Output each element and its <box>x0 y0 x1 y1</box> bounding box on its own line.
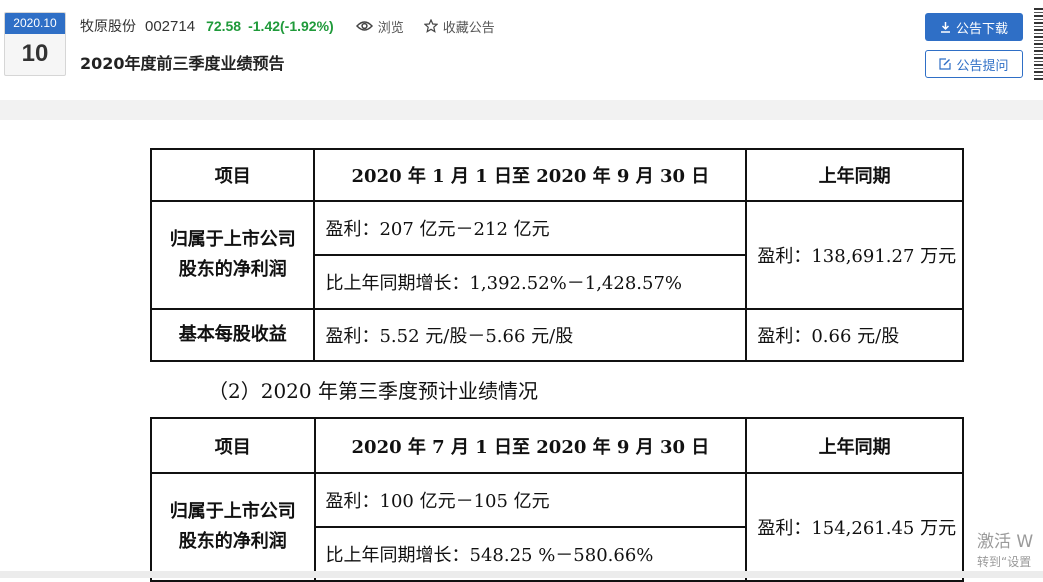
edit-icon <box>939 58 952 70</box>
browse-label: 浏览 <box>377 20 404 36</box>
net-profit-label: 归属于上市公司 股东的净利润 <box>149 200 316 310</box>
col-period: 2020 年 1 月 1 日至 2020 年 9 月 30 日 <box>313 148 748 202</box>
table-row: 归属于上市公司 股东的净利润 盈利：207 亿元－212 亿元 盈利：138,6… <box>149 200 964 310</box>
q3-results-table: 项目 2020 年 7 月 1 日至 2020 年 9 月 30 日 上年同期 … <box>150 417 964 582</box>
eps-forecast: 盈利：5.52 元/股－5.66 元/股 <box>313 308 748 362</box>
date-day: 10 <box>21 40 49 67</box>
activation-watermark: 激活 W <box>977 532 1034 552</box>
download-button[interactable]: 公告下载 <box>925 13 1023 41</box>
table-header-row: 项目 2020 年 1 月 1 日至 2020 年 9 月 30 日 上年同期 <box>149 148 964 202</box>
label-line-1: 归属于上市公司 <box>169 229 296 250</box>
stock-meta: 牧原股份 002714 72.58 -1.42(-1.92%) 浏览 收藏公告 <box>80 16 515 36</box>
download-icon <box>940 22 950 33</box>
net-profit-label: 归属于上市公司 股东的净利润 <box>150 472 316 582</box>
star-icon <box>423 19 438 33</box>
net-profit-prev: 盈利：138,691.27 万元 <box>745 200 964 310</box>
col-item: 项目 <box>149 148 316 202</box>
date-year-month: 2020.10 <box>5 13 65 34</box>
activation-watermark-hint: 转到“设置 <box>977 555 1032 569</box>
favorite-label: 收藏公告 <box>442 20 495 36</box>
net-profit-forecast: 盈利：100 亿元－105 亿元 <box>313 472 748 528</box>
company-name[interactable]: 牧原股份 <box>80 16 136 36</box>
qr-code <box>1034 8 1043 80</box>
label-line-2: 股东的净利润 <box>178 531 287 552</box>
q3-subheading: （2）2020 年第三季度预计业绩情况 <box>208 379 538 403</box>
browse-action[interactable]: 浏览 <box>355 17 404 36</box>
page-title: 2020年度前三季度业绩预告 <box>80 54 285 73</box>
col-period: 2020 年 7 月 1 日至 2020 年 9 月 30 日 <box>313 417 748 474</box>
announcement-header: 2020.10 10 牧原股份 002714 72.58 -1.42(-1.92… <box>0 0 1043 100</box>
favorite-action[interactable]: 收藏公告 <box>423 17 495 36</box>
table-row: 归属于上市公司 股东的净利润 盈利：100 亿元－105 亿元 盈利：154,2… <box>150 472 964 582</box>
col-prev-year: 上年同期 <box>745 417 964 474</box>
ask-label: 公告提问 <box>956 58 1009 74</box>
stock-price: 72.58 <box>206 18 242 34</box>
bottom-scrollbar[interactable] <box>0 571 1043 578</box>
ytd-results-table: 项目 2020 年 1 月 1 日至 2020 年 9 月 30 日 上年同期 … <box>149 148 964 362</box>
label-line-1: 归属于上市公司 <box>169 501 296 522</box>
download-label: 公告下载 <box>955 21 1008 37</box>
net-profit-forecast: 盈利：207 亿元－212 亿元 <box>313 200 748 256</box>
net-profit-growth: 比上年同期增长：1,392.52%－1,428.57% <box>313 254 748 310</box>
stock-code[interactable]: 002714 <box>145 18 195 35</box>
ask-button[interactable]: 公告提问 <box>925 50 1023 78</box>
col-item: 项目 <box>150 417 316 474</box>
table-header-row: 项目 2020 年 7 月 1 日至 2020 年 9 月 30 日 上年同期 <box>150 417 964 474</box>
clip-band <box>0 100 1043 120</box>
eye-icon <box>355 21 373 31</box>
stock-change: -1.42(-1.92%) <box>248 18 334 34</box>
col-prev-year: 上年同期 <box>745 148 964 202</box>
net-profit-prev: 盈利：154,261.45 万元 <box>745 472 964 582</box>
eps-label: 基本每股收益 <box>149 308 316 362</box>
date-badge: 2020.10 10 <box>4 12 66 76</box>
eps-prev: 盈利：0.66 元/股 <box>745 308 964 362</box>
table-row: 基本每股收益 盈利：5.52 元/股－5.66 元/股 盈利：0.66 元/股 <box>149 308 964 362</box>
label-line-2: 股东的净利润 <box>178 259 287 280</box>
